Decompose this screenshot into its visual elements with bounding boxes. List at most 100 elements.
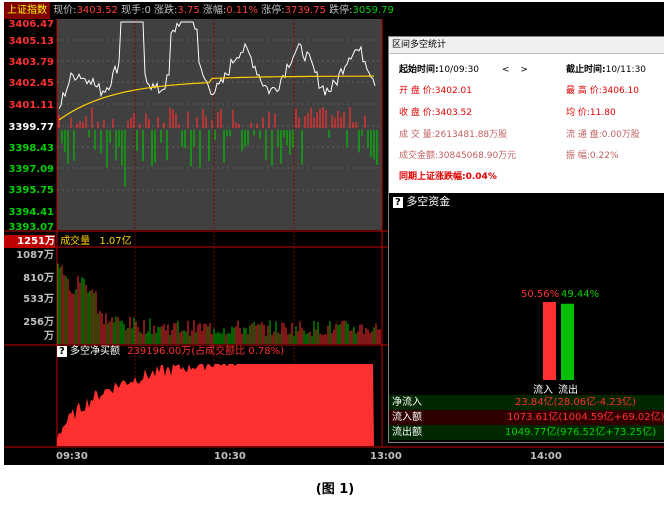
volume-header: 1251万 成交量 1.07亿 — [4, 235, 384, 248]
inflow-bar — [543, 302, 556, 380]
outflow-amount-row: 流出额 1049.77亿(976.52亿+73.25亿) — [389, 425, 664, 440]
limit-up-value: 3739.75 — [284, 5, 326, 16]
change-value: 3.75 — [177, 5, 200, 16]
net-inflow-row: 净流入 23.84亿(28.06亿-4.23亿) — [389, 395, 664, 410]
amplitude-row: 振 幅:0.22% — [566, 147, 619, 166]
vol-value: 2613481.88万股 — [434, 130, 508, 140]
price-tick: 3406.47 — [8, 19, 54, 30]
end-time-value[interactable]: 10/11:30 — [606, 65, 646, 75]
pct-value: 0.11% — [226, 5, 259, 16]
limit-down-label: 跌停: — [329, 5, 353, 16]
volume-tick: 256万 — [23, 317, 54, 328]
avg-label: 均 价: — [566, 108, 590, 118]
price-tick: 3398.43 — [8, 143, 54, 154]
volume-max-tick: 1251万 — [4, 235, 55, 248]
price-tick: 3395.75 — [8, 185, 54, 196]
amount-row: 成交金额:30845068.90万元 — [399, 147, 516, 166]
high-value: 3406.10 — [601, 86, 639, 96]
price-tick: 3405.13 — [8, 36, 54, 47]
avg-row: 均 价:11.80 — [566, 104, 616, 123]
close-label: 收 盘 价: — [399, 108, 435, 118]
price-tick: 3393.07 — [8, 222, 54, 233]
volume-row: 成 交 量:2613481.88万股 — [399, 126, 507, 145]
inflow-amount-label: 流入额 — [392, 412, 422, 423]
net-buy-header: ? 多空净买额 239196.00万(占成交额比 0.78%) — [57, 345, 284, 358]
price-axis: 3406.47 3405.13 3403.79 3402.45 3401.11 … — [4, 19, 56, 233]
time-tick: 13:00 — [370, 451, 402, 462]
pct-label: 涨幅: — [202, 5, 227, 16]
start-time-label: 起始时间: — [399, 65, 439, 75]
index-name[interactable]: 上证指数 — [4, 2, 50, 19]
volume-value: 1.07亿 — [99, 236, 132, 247]
price-tick: 3394.41 — [8, 207, 54, 218]
start-time-value[interactable]: 10/09:30 — [439, 65, 479, 75]
hand-label: 现手: — [121, 5, 145, 16]
price-value: 3403.52 — [76, 5, 118, 16]
outflow-amount-value: 1049.77亿(976.52亿+73.25亿) — [505, 427, 657, 438]
time-axis: 09:30 10:30 13:00 14:00 — [4, 449, 664, 465]
amount-label: 成交金额: — [399, 151, 439, 161]
price-panel-bg — [57, 19, 382, 230]
end-time-label: 截止时间: — [566, 65, 606, 75]
inflow-amount-row: 流入额 1073.61亿(1004.59亿+69.02亿) — [389, 410, 664, 425]
stock-chart-window: 上证指数 现价:3403.52 现手:0 涨跌:3.75 涨幅:0.11% 涨停… — [4, 2, 664, 465]
long-short-funds-panel: ? 多空资金 50.56% 49.44% 流入 流出 净流入 23.84亿(28… — [389, 193, 664, 442]
float-row: 流 通 盘:0.00万股 — [566, 126, 640, 145]
time-tick: 10:30 — [214, 451, 246, 462]
price-tick: 3403.79 — [8, 57, 54, 68]
change-label: 涨跌: — [154, 5, 178, 16]
limit-down-value: 3059.79 — [352, 5, 394, 16]
time-tick: 14:00 — [530, 451, 562, 462]
open-label: 开 盘 价: — [399, 86, 435, 96]
open-value: 3402.01 — [434, 86, 472, 96]
outflow-pct: 49.44% — [561, 289, 600, 300]
close-row: 收 盘 价:3403.52 — [399, 104, 472, 123]
amount-value: 30845068.90万元 — [438, 151, 517, 161]
high-label: 最 高 价: — [566, 86, 602, 96]
outflow-amount-label: 流出额 — [392, 427, 422, 438]
net-inflow-value: 23.84亿(28.06亿-4.23亿) — [515, 397, 636, 408]
volume-tick: 万 — [44, 331, 54, 342]
volume-tick: 1087万 — [16, 250, 54, 261]
close-value: 3403.52 — [434, 108, 472, 118]
next-arrow-icon[interactable]: > — [520, 65, 528, 75]
funds-axis-row: 流入 流出 — [389, 381, 664, 396]
price-tick: 3401.11 — [8, 100, 54, 111]
amp-value: 0.22% — [589, 151, 619, 161]
price-tick: 3397.09 — [8, 164, 54, 175]
open-row: 开 盘 价:3402.01 — [399, 82, 472, 101]
figure-caption: (图 1) — [315, 482, 355, 497]
amp-label: 振 幅: — [566, 151, 590, 161]
price-tick: 3399.77 — [8, 122, 54, 133]
high-row: 最 高 价:3406.10 — [566, 82, 639, 101]
inflow-amount-value: 1073.61亿(1004.59亿+69.02亿) — [507, 412, 664, 423]
net-buy-area — [57, 364, 374, 446]
help-icon[interactable]: ? — [57, 346, 67, 357]
hand-value: 0 — [144, 5, 151, 16]
interval-stats-dialog[interactable]: 区间多空统计 起始时间:10/09:30 < > 截止时间:10/11:30 开… — [388, 36, 664, 443]
avg-value: 11.80 — [589, 108, 616, 118]
inflow-axis-label: 流入 — [533, 385, 553, 396]
price-tick: 3402.45 — [8, 78, 54, 89]
sync-label: 同期上证涨跌幅: — [399, 172, 466, 182]
time-tick: 09:30 — [56, 451, 88, 462]
limit-up-label: 涨停: — [261, 5, 285, 16]
volume-tick: 533万 — [23, 294, 54, 305]
prev-arrow-icon[interactable]: < — [502, 65, 510, 75]
net-buy-value: 239196.00万(占成交额比 0.78%) — [127, 346, 285, 357]
volume-tick: 810万 — [23, 273, 54, 284]
float-label: 流 通 盘: — [566, 130, 602, 140]
volume-label: 成交量 — [60, 236, 91, 247]
vol-label: 成 交 量: — [399, 130, 435, 140]
outflow-axis-label: 流出 — [558, 385, 578, 396]
start-time-row: 起始时间:10/09:30 < > — [399, 61, 528, 80]
inflow-pct: 50.56% — [521, 289, 560, 300]
outflow-bar — [561, 303, 574, 380]
sync-change-row: 同期上证涨跌幅:0.04% — [399, 168, 497, 187]
dialog-title[interactable]: 区间多空统计 — [389, 37, 664, 54]
float-value: 0.00万股 — [601, 130, 640, 140]
price-label: 现价: — [53, 5, 77, 16]
volume-axis: 1087万 810万 533万 256万 万 — [4, 248, 56, 348]
end-time-row: 截止时间:10/11:30 — [566, 61, 646, 80]
funds-pct-row: 50.56% 49.44% — [389, 289, 664, 303]
